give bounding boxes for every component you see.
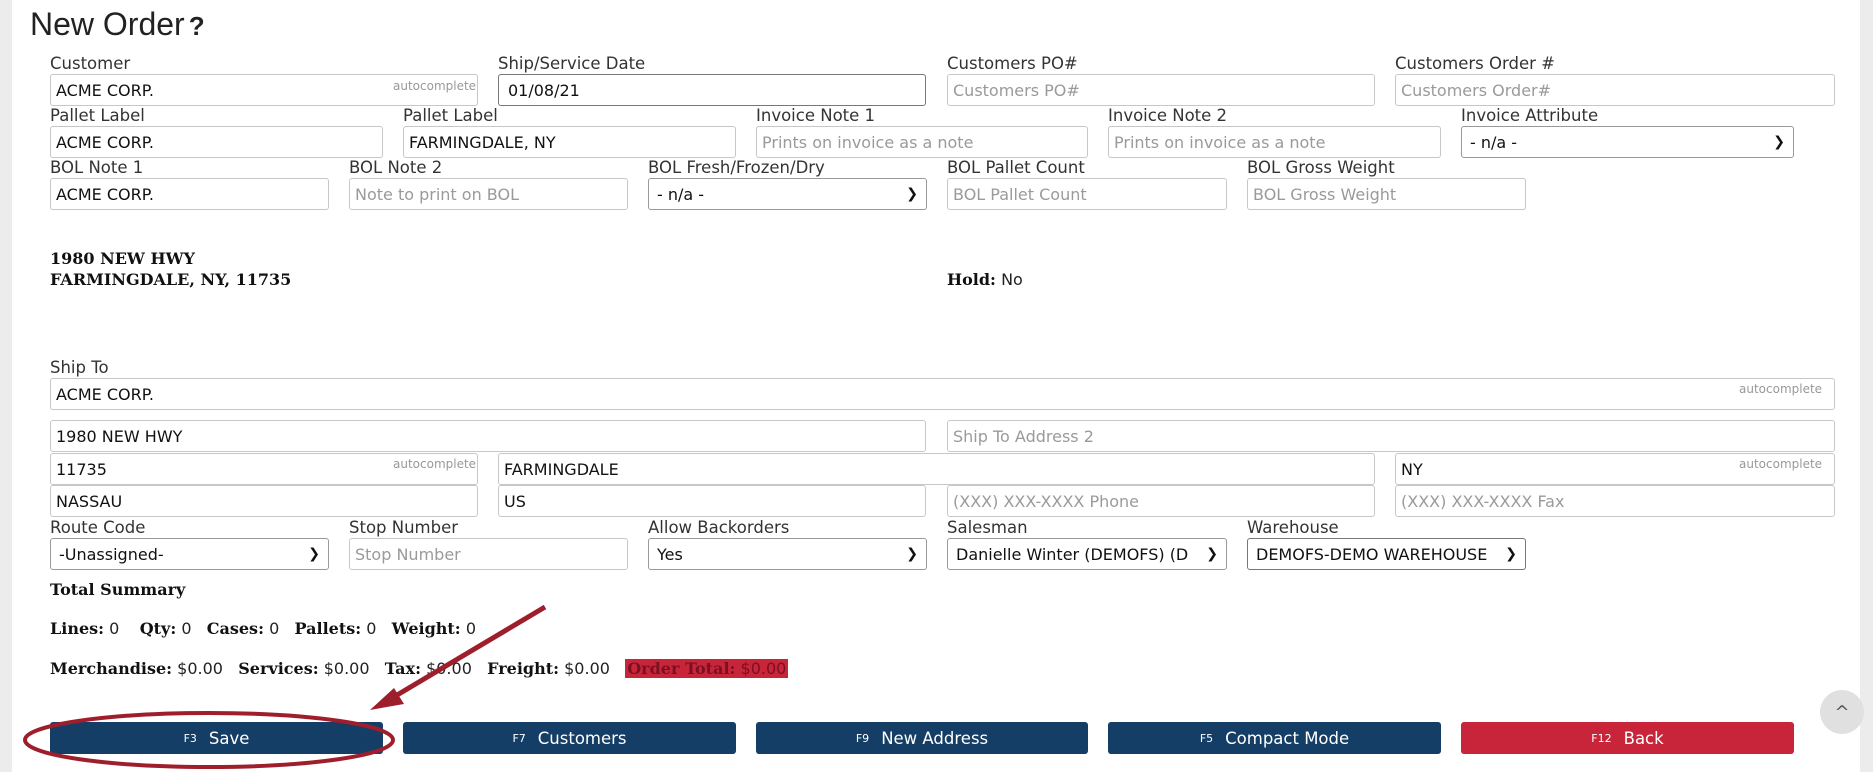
chevron-up-icon[interactable]: ^ <box>1820 690 1864 734</box>
annotation-ellipse <box>23 711 395 769</box>
annotation-overlay <box>23 604 547 769</box>
annotation-arrow-line <box>385 604 547 704</box>
new-order-page: New Order? Customer autocomplete Ship/Se… <box>12 0 1860 772</box>
